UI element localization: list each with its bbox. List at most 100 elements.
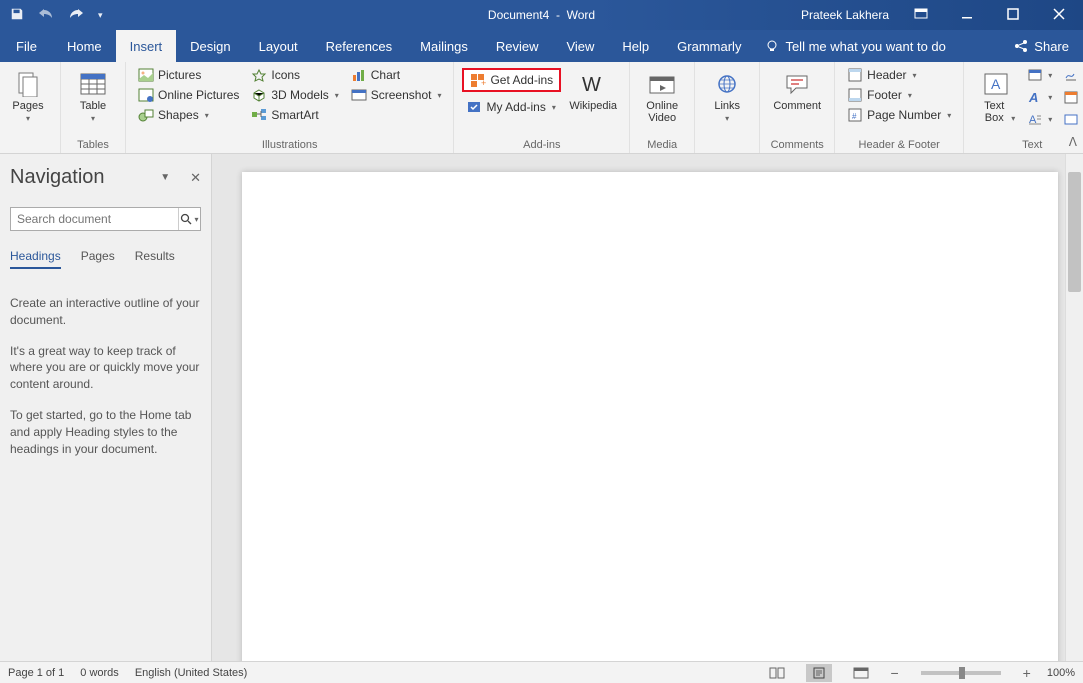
wikipedia-icon: W xyxy=(577,70,609,98)
icons-button[interactable]: Icons xyxy=(247,66,342,84)
3d-models-button[interactable]: 3D Models xyxy=(247,86,342,104)
lightbulb-icon xyxy=(765,39,779,53)
web-layout-icon xyxy=(853,667,869,679)
read-mode-icon xyxy=(769,667,785,679)
zoom-slider-knob[interactable] xyxy=(959,667,965,679)
tab-insert[interactable]: Insert xyxy=(116,30,177,62)
chart-button[interactable]: Chart xyxy=(347,66,446,84)
navigation-options-icon[interactable]: ▼ xyxy=(160,172,170,183)
view-read-mode-button[interactable] xyxy=(764,664,790,682)
save-icon[interactable] xyxy=(10,7,24,24)
page-number-button[interactable]: #Page Number xyxy=(843,106,955,124)
document-title: Document4 - Word xyxy=(488,8,595,22)
tab-mailings[interactable]: Mailings xyxy=(406,30,482,62)
status-bar: Page 1 of 1 0 words English (United Stat… xyxy=(0,661,1083,683)
svg-text:#: # xyxy=(852,112,857,121)
navigation-close-icon[interactable]: ✕ xyxy=(190,170,201,186)
tab-review[interactable]: Review xyxy=(482,30,553,62)
view-print-layout-button[interactable] xyxy=(806,664,832,682)
my-addins-icon xyxy=(466,100,482,114)
tab-design[interactable]: Design xyxy=(176,30,244,62)
screenshot-button[interactable]: Screenshot xyxy=(347,86,446,104)
view-web-layout-button[interactable] xyxy=(848,664,874,682)
zoom-out-button[interactable]: − xyxy=(890,665,898,681)
status-page[interactable]: Page 1 of 1 xyxy=(8,667,64,679)
document-area xyxy=(212,154,1083,661)
object-icon xyxy=(1064,112,1078,126)
object-button[interactable] xyxy=(1060,110,1083,128)
share-icon xyxy=(1014,39,1028,53)
footer-icon xyxy=(847,88,863,102)
user-name[interactable]: Prateek Lakhera xyxy=(801,8,889,22)
share-button[interactable]: Share xyxy=(1000,30,1083,62)
zoom-level[interactable]: 100% xyxy=(1047,667,1075,679)
tell-me-search[interactable]: Tell me what you want to do xyxy=(765,30,945,62)
links-icon xyxy=(711,70,743,98)
shapes-button[interactable]: Shapes xyxy=(134,106,243,124)
my-addins-button[interactable]: My Add-ins xyxy=(462,98,561,116)
tab-grammarly[interactable]: Grammarly xyxy=(663,30,755,62)
svg-text:A: A xyxy=(991,76,1001,92)
navigation-pane: Navigation ▼ ✕ ▾ Headings Pages Results … xyxy=(0,154,212,661)
ribbon: Pages▾ . Table▾ Tables Pictures Online P… xyxy=(0,62,1083,154)
pages-button[interactable]: Pages▾ xyxy=(4,66,52,124)
vertical-scrollbar[interactable] xyxy=(1065,154,1083,661)
date-time-button[interactable] xyxy=(1060,88,1082,106)
tab-help[interactable]: Help xyxy=(608,30,663,62)
svg-text:A: A xyxy=(1028,90,1038,104)
navigation-tabs: Headings Pages Results xyxy=(10,249,201,269)
text-box-button[interactable]: A Text Box▾ xyxy=(972,66,1020,124)
status-language[interactable]: English (United States) xyxy=(135,667,248,679)
pages-icon xyxy=(12,70,44,98)
nav-tab-pages[interactable]: Pages xyxy=(81,249,115,269)
comment-button[interactable]: Comment xyxy=(768,66,826,112)
table-button[interactable]: Table▾ xyxy=(69,66,117,124)
smartart-icon xyxy=(251,108,267,122)
zoom-slider[interactable] xyxy=(921,671,1001,675)
maximize-icon[interactable] xyxy=(999,8,1027,23)
close-icon[interactable] xyxy=(1045,8,1073,23)
work-area: Navigation ▼ ✕ ▾ Headings Pages Results … xyxy=(0,154,1083,661)
search-button[interactable]: ▾ xyxy=(178,208,200,230)
pictures-button[interactable]: Pictures xyxy=(134,66,243,84)
undo-icon[interactable] xyxy=(38,7,54,24)
minimize-icon[interactable] xyxy=(953,8,981,23)
wikipedia-button[interactable]: W Wikipedia xyxy=(565,66,621,112)
drop-cap-button[interactable]: A xyxy=(1024,110,1056,128)
svg-text:W: W xyxy=(582,74,601,95)
tab-view[interactable]: View xyxy=(552,30,608,62)
smartart-button[interactable]: SmartArt xyxy=(247,106,342,124)
document-page[interactable] xyxy=(242,172,1058,661)
online-video-button[interactable]: Online Video xyxy=(638,66,686,124)
navigation-search[interactable]: ▾ xyxy=(10,207,201,231)
tab-home[interactable]: Home xyxy=(53,30,116,62)
nav-tab-results[interactable]: Results xyxy=(135,249,175,269)
redo-icon[interactable] xyxy=(68,7,84,24)
online-pictures-button[interactable]: Online Pictures xyxy=(134,86,243,104)
header-button[interactable]: Header xyxy=(843,66,955,84)
status-words[interactable]: 0 words xyxy=(80,667,119,679)
collapse-ribbon-icon[interactable]: ᐱ xyxy=(1069,135,1077,149)
zoom-in-button[interactable]: + xyxy=(1023,665,1031,681)
group-label-illustrations: Illustrations xyxy=(134,139,445,153)
links-button[interactable]: Links▾ xyxy=(703,66,751,124)
search-input[interactable] xyxy=(11,208,178,230)
menu-bar: File Home Insert Design Layout Reference… xyxy=(0,30,1083,62)
signature-line-button[interactable] xyxy=(1060,66,1083,84)
page-number-icon: # xyxy=(847,108,863,122)
tab-references[interactable]: References xyxy=(312,30,406,62)
get-addins-button[interactable]: +Get Add-ins xyxy=(462,68,561,92)
scrollbar-thumb[interactable] xyxy=(1068,172,1081,292)
tab-layout[interactable]: Layout xyxy=(245,30,312,62)
qat-customize-icon[interactable]: ▾ xyxy=(98,10,103,21)
quick-parts-button[interactable] xyxy=(1024,66,1056,84)
wordart-button[interactable]: A xyxy=(1024,88,1056,106)
nav-tab-headings[interactable]: Headings xyxy=(10,249,61,269)
footer-button[interactable]: Footer xyxy=(843,86,955,104)
header-icon xyxy=(847,68,863,82)
quick-parts-icon xyxy=(1028,68,1042,82)
tab-file[interactable]: File xyxy=(0,30,53,62)
group-label-media: Media xyxy=(638,139,686,153)
ribbon-display-icon[interactable] xyxy=(907,8,935,23)
drop-cap-icon: A xyxy=(1028,112,1042,126)
